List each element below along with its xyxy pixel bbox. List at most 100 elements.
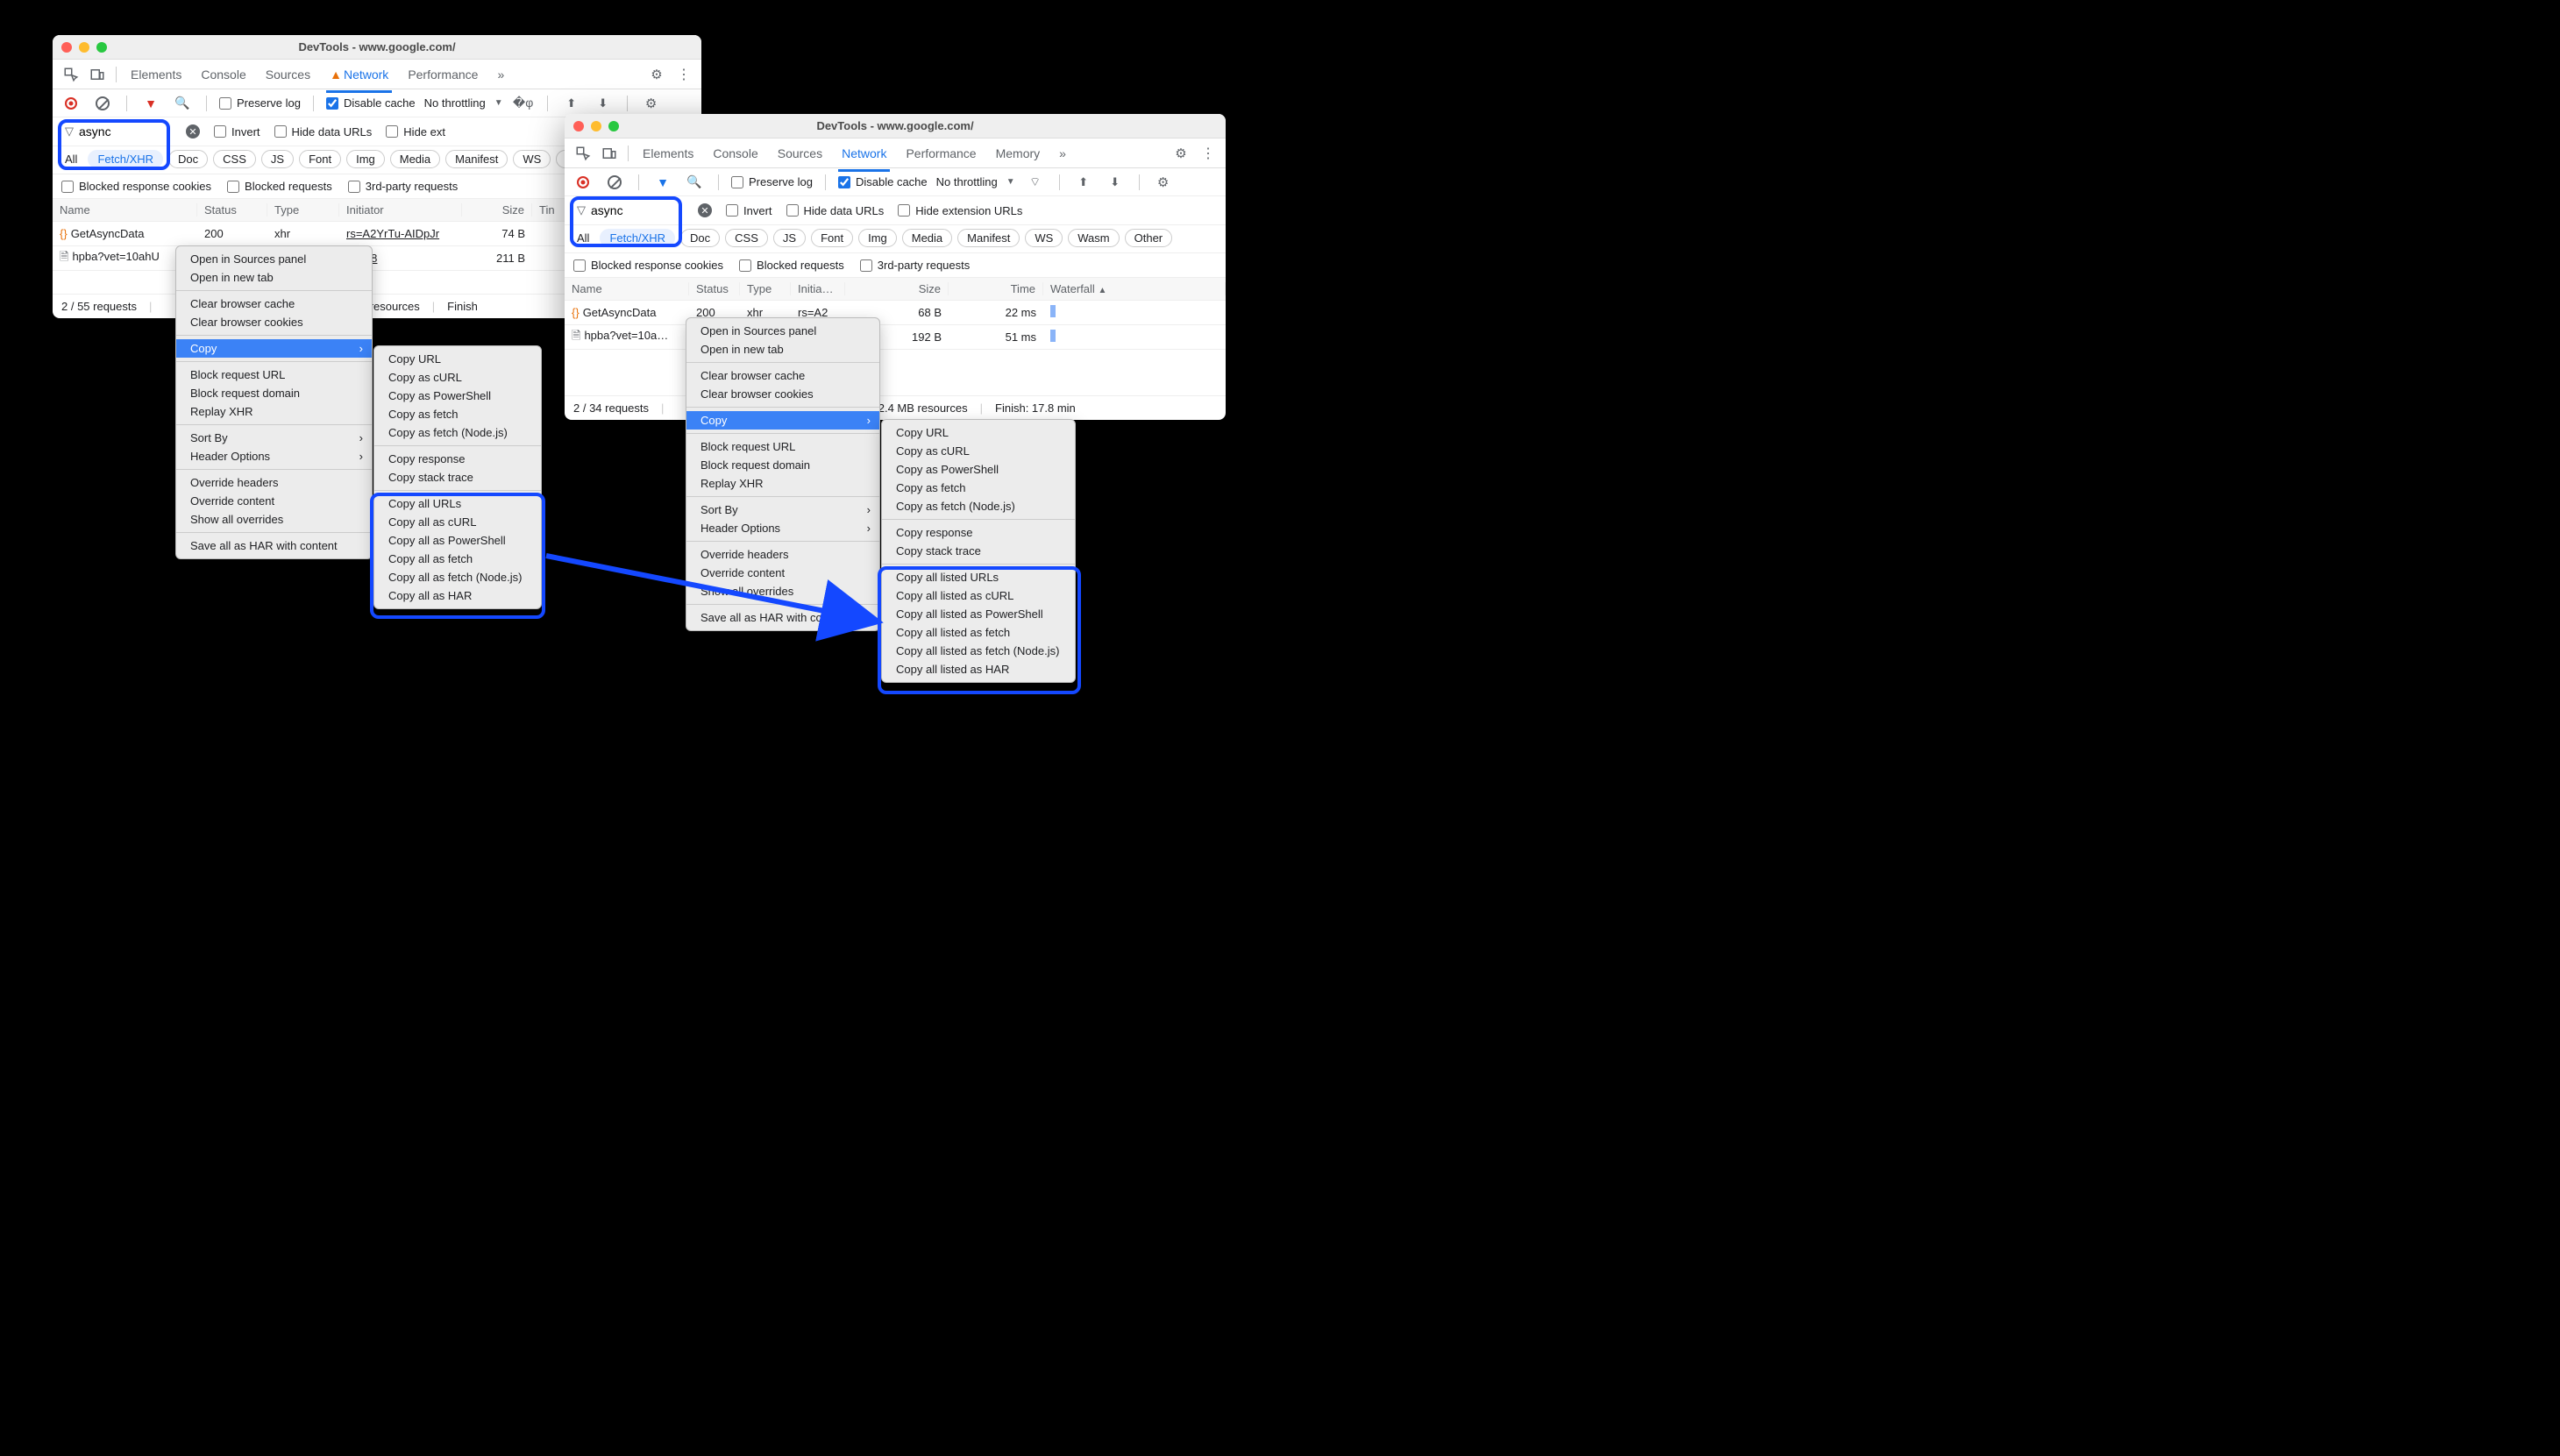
type-fetch-xhr[interactable]: Fetch/XHR bbox=[88, 150, 163, 168]
hide-data-urls-checkbox[interactable]: Hide data URLs bbox=[786, 204, 885, 217]
wifi-icon[interactable]: ⌔ bbox=[1024, 171, 1047, 194]
copy-all-as-har[interactable]: Copy all as HAR bbox=[374, 586, 541, 605]
disable-cache-checkbox[interactable]: Disable cache bbox=[838, 175, 928, 188]
copy-response[interactable]: Copy response bbox=[374, 450, 541, 468]
copy-as-fetch[interactable]: Copy as fetch bbox=[374, 405, 541, 423]
col-time[interactable]: Time bbox=[949, 282, 1043, 295]
show-overrides[interactable]: Show all overrides bbox=[176, 510, 372, 529]
clear-filter-button[interactable]: ✕ bbox=[186, 124, 200, 138]
type-fetch-xhr[interactable]: Fetch/XHR bbox=[600, 229, 675, 247]
clear-cache[interactable]: Clear browser cache bbox=[176, 295, 372, 313]
copy-url[interactable]: Copy URL bbox=[374, 350, 541, 368]
copy-as-fetch-node[interactable]: Copy as fetch (Node.js) bbox=[374, 423, 541, 442]
type-js[interactable]: JS bbox=[773, 229, 806, 247]
search-icon[interactable]: 🔍 bbox=[683, 171, 706, 194]
type-css[interactable]: CSS bbox=[725, 229, 768, 247]
invert-checkbox[interactable]: Invert bbox=[214, 125, 260, 138]
record-button[interactable] bbox=[60, 92, 82, 115]
hide-ext-urls-checkbox[interactable]: Hide ext bbox=[386, 125, 445, 138]
clear-filter-button[interactable]: ✕ bbox=[698, 203, 712, 217]
type-doc[interactable]: Doc bbox=[168, 150, 208, 168]
type-manifest[interactable]: Manifest bbox=[445, 150, 508, 168]
copy-all-as-powershell[interactable]: Copy all as PowerShell bbox=[374, 531, 541, 550]
tab-memory[interactable]: Memory bbox=[994, 143, 1042, 164]
copy-as-curl[interactable]: Copy as cURL bbox=[882, 442, 1075, 460]
tab-elements[interactable]: Elements bbox=[129, 64, 183, 85]
chevron-down-icon[interactable]: ▼ bbox=[494, 98, 503, 108]
device-icon[interactable] bbox=[86, 63, 109, 86]
tab-console[interactable]: Console bbox=[711, 143, 759, 164]
copy-all-listed-as-har[interactable]: Copy all listed as HAR bbox=[882, 660, 1075, 678]
type-manifest[interactable]: Manifest bbox=[957, 229, 1020, 247]
type-all[interactable]: All bbox=[60, 151, 82, 167]
filter-input[interactable] bbox=[591, 203, 679, 217]
block-domain[interactable]: Block request domain bbox=[176, 384, 372, 402]
col-type[interactable]: Type bbox=[740, 282, 791, 295]
tab-network[interactable]: Network bbox=[840, 143, 888, 164]
copy-all-as-fetch-node[interactable]: Copy all as fetch (Node.js) bbox=[374, 568, 541, 586]
type-wasm[interactable]: Wasm bbox=[1068, 229, 1119, 247]
copy-submenu[interactable]: Copy bbox=[686, 411, 879, 430]
disable-cache-checkbox[interactable]: Disable cache bbox=[326, 96, 416, 110]
type-ws[interactable]: WS bbox=[513, 150, 551, 168]
clear-icon[interactable] bbox=[91, 92, 114, 115]
tab-performance[interactable]: Performance bbox=[904, 143, 978, 164]
filter-input[interactable] bbox=[79, 124, 167, 138]
type-all[interactable]: All bbox=[572, 230, 594, 246]
gear-icon[interactable]: ⚙ bbox=[1152, 171, 1175, 194]
copy-all-as-fetch[interactable]: Copy all as fetch bbox=[374, 550, 541, 568]
inspect-icon[interactable] bbox=[60, 63, 82, 86]
override-content[interactable]: Override content bbox=[176, 492, 372, 510]
tab-elements[interactable]: Elements bbox=[641, 143, 695, 164]
hide-data-urls-checkbox[interactable]: Hide data URLs bbox=[274, 125, 373, 138]
invert-checkbox[interactable]: Invert bbox=[726, 204, 772, 217]
third-party-checkbox[interactable]: 3rd-party requests bbox=[348, 180, 459, 193]
col-size[interactable]: Size bbox=[845, 282, 949, 295]
third-party-checkbox[interactable]: 3rd-party requests bbox=[860, 259, 971, 272]
sort-by[interactable]: Sort By bbox=[686, 501, 879, 519]
header-options[interactable]: Header Options bbox=[176, 447, 372, 465]
upload-icon[interactable]: ⬆ bbox=[560, 92, 583, 115]
filter-icon[interactable]: ▼ bbox=[651, 171, 674, 194]
copy-all-listed-as-fetch[interactable]: Copy all listed as fetch bbox=[882, 623, 1075, 642]
copy-all-urls[interactable]: Copy all URLs bbox=[374, 494, 541, 513]
type-img[interactable]: Img bbox=[858, 229, 897, 247]
col-initiator[interactable]: Initiator bbox=[339, 203, 462, 217]
chevron-down-icon[interactable]: ▼ bbox=[1006, 177, 1015, 187]
tab-network[interactable]: ▲Network bbox=[328, 64, 390, 85]
copy-as-fetch[interactable]: Copy as fetch bbox=[882, 479, 1075, 497]
type-other[interactable]: Other bbox=[1125, 229, 1173, 247]
replay-xhr[interactable]: Replay XHR bbox=[686, 474, 879, 493]
type-media[interactable]: Media bbox=[390, 150, 440, 168]
col-name[interactable]: Name bbox=[53, 203, 197, 217]
search-icon[interactable]: 🔍 bbox=[171, 92, 194, 115]
col-initiator[interactable]: Initia… bbox=[791, 282, 845, 295]
gear-icon[interactable]: ⚙ bbox=[1170, 142, 1192, 165]
copy-all-listed-as-fetch-node[interactable]: Copy all listed as fetch (Node.js) bbox=[882, 642, 1075, 660]
clear-cache[interactable]: Clear browser cache bbox=[686, 366, 879, 385]
col-name[interactable]: Name bbox=[565, 282, 689, 295]
copy-stack-trace[interactable]: Copy stack trace bbox=[374, 468, 541, 487]
tab-sources[interactable]: Sources bbox=[264, 64, 312, 85]
filter-icon[interactable]: ▼ bbox=[139, 92, 162, 115]
type-font[interactable]: Font bbox=[299, 150, 341, 168]
type-ws[interactable]: WS bbox=[1025, 229, 1063, 247]
copy-as-curl[interactable]: Copy as cURL bbox=[374, 368, 541, 387]
copy-stack-trace[interactable]: Copy stack trace bbox=[882, 542, 1075, 560]
header-options[interactable]: Header Options bbox=[686, 519, 879, 537]
clear-icon[interactable] bbox=[603, 171, 626, 194]
col-size[interactable]: Size bbox=[462, 203, 532, 217]
kebab-icon[interactable]: ⋮ bbox=[672, 63, 694, 86]
record-button[interactable] bbox=[572, 171, 594, 194]
blocked-requests-checkbox[interactable]: Blocked requests bbox=[227, 180, 332, 193]
block-url[interactable]: Block request URL bbox=[176, 366, 372, 384]
table-row[interactable]: 🗎hpba?vet=10a… 192 B 51 ms bbox=[565, 325, 1226, 350]
type-js[interactable]: JS bbox=[261, 150, 294, 168]
copy-all-listed-urls[interactable]: Copy all listed URLs bbox=[882, 568, 1075, 586]
kebab-icon[interactable]: ⋮ bbox=[1196, 142, 1219, 165]
open-in-sources[interactable]: Open in Sources panel bbox=[686, 322, 879, 340]
override-headers[interactable]: Override headers bbox=[176, 473, 372, 492]
sort-by[interactable]: Sort By bbox=[176, 429, 372, 447]
copy-all-listed-as-curl[interactable]: Copy all listed as cURL bbox=[882, 586, 1075, 605]
throttling-select[interactable]: No throttling bbox=[424, 96, 486, 110]
